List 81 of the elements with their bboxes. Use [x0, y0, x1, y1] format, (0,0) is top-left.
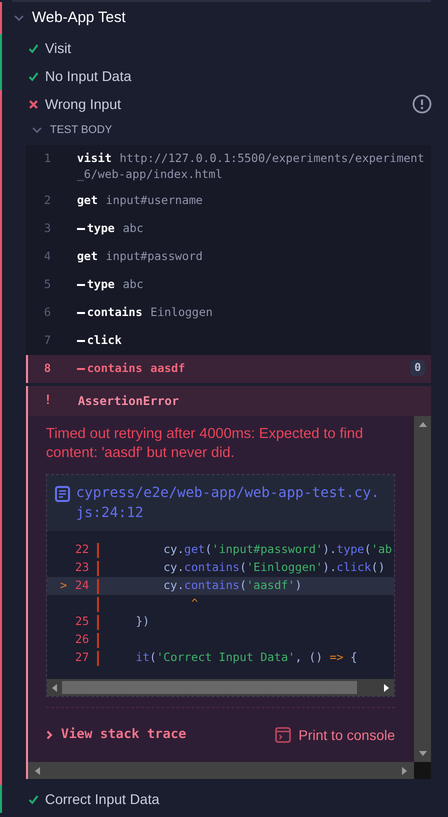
line-number: 23 [74, 559, 89, 576]
line-number: 4 [43, 248, 52, 264]
chevron-icon [14, 13, 24, 23]
count-badge: 0 [410, 360, 425, 376]
suite-header[interactable]: Web-App Test [0, 2, 448, 34]
command-row[interactable]: 8 contains aasdf 0 [26, 355, 431, 383]
stack-trace-button[interactable]: View stack trace [46, 725, 186, 745]
code-text: cy.contains('Einloggen').click() [162, 559, 386, 576]
scrollbar[interactable] [28, 762, 414, 779]
command-text: click [87, 332, 123, 348]
line-number: 26 [74, 631, 89, 648]
command-text: contains Einloggen [87, 304, 214, 320]
console-icon [274, 727, 290, 743]
test-title: Correct Input Data [45, 790, 160, 809]
code-text: ^ [190, 595, 198, 612]
section-header[interactable]: TEST BODY [26, 118, 431, 142]
code-text: it('Correct Input Data', () => { [134, 649, 358, 666]
line-number: 22 [74, 541, 89, 558]
line-number: 5 [43, 276, 52, 292]
command-text: type abc [87, 220, 144, 236]
code-text: }) [134, 613, 150, 630]
cross-icon [28, 98, 39, 110]
test-row[interactable]: Correct Input Data [2, 785, 448, 813]
dash-icon [77, 340, 85, 342]
scrollbar[interactable] [47, 679, 394, 696]
suite-title: Web-App Test [32, 8, 126, 28]
line-number: 24 [74, 577, 89, 594]
scrollbar-thumb[interactable] [62, 681, 357, 694]
check-icon [28, 42, 39, 54]
line-number: 8 [43, 360, 52, 376]
scrollbar-corner [414, 762, 431, 779]
command-text: type abc [87, 276, 144, 292]
file-icon [55, 486, 70, 502]
command-text: visit http://127.0.0.1:5500/experiments/experiment_6/web-app/index.html [77, 150, 425, 182]
command-text: get input#password [77, 248, 204, 264]
test-title: No Input Data [45, 66, 132, 86]
line-number: 27 [74, 649, 89, 666]
code-text: cy.contains('aasdf') [162, 577, 302, 594]
dash-icon [77, 368, 85, 370]
command-row[interactable]: 7 click [26, 327, 431, 355]
test-row[interactable]: Wrong Input [2, 90, 448, 118]
check-icon [28, 794, 39, 804]
command-text: get input#username [77, 192, 204, 208]
line-number: 1 [43, 150, 52, 166]
code-text: cy.get('input#password').type('ab [162, 541, 392, 558]
command-row[interactable]: 1 visit http://127.0.0.1:5500/experiments/experiment_6/web-app/index.html [26, 145, 431, 187]
chevron-icon [32, 125, 42, 135]
line-number: 25 [74, 613, 89, 630]
scroll-arrow-icon [418, 751, 426, 756]
dash-icon [77, 312, 85, 314]
test-title: Wrong Input [45, 94, 122, 114]
line-number: 7 [43, 332, 52, 348]
test-row[interactable]: No Input Data [2, 62, 448, 90]
command-row[interactable]: 4 get input#password [26, 243, 431, 271]
command-row[interactable]: 3 type abc [26, 215, 431, 243]
scroll-arrow-icon [418, 422, 426, 427]
line-number: 2 [43, 192, 52, 208]
dash-icon [77, 284, 85, 286]
error-mark: ! [44, 392, 52, 410]
marker-icon: > [47, 577, 67, 595]
check-icon [28, 70, 39, 82]
scroll-arrow-icon [52, 684, 57, 692]
chevron-icon [46, 730, 53, 740]
scroll-arrow-icon [384, 684, 389, 692]
test-row[interactable]: Visit [2, 34, 448, 62]
test-title: Visit [45, 38, 72, 58]
line-number: 3 [43, 220, 52, 236]
dash-icon [77, 228, 85, 230]
error-name: AssertionError [78, 393, 179, 410]
command-row[interactable]: 2 get input#username [26, 187, 431, 215]
section-title: TEST BODY [50, 122, 112, 138]
command-text: contains aasdf [87, 360, 186, 376]
command-row[interactable]: 6 contains Einloggen [26, 299, 431, 327]
alert-icon [412, 94, 432, 114]
command-row[interactable]: 5 type abc [26, 271, 431, 299]
error-message: Timed out retrying after 4000ms: Expected to find content: 'aasdf' but never did. [46, 425, 364, 463]
scroll-arrow-icon [402, 766, 407, 774]
console-button[interactable]: Print to console [274, 724, 395, 746]
scrollbar[interactable] [414, 416, 431, 762]
scroll-arrow-icon [35, 766, 40, 774]
line-number: 6 [43, 304, 52, 320]
